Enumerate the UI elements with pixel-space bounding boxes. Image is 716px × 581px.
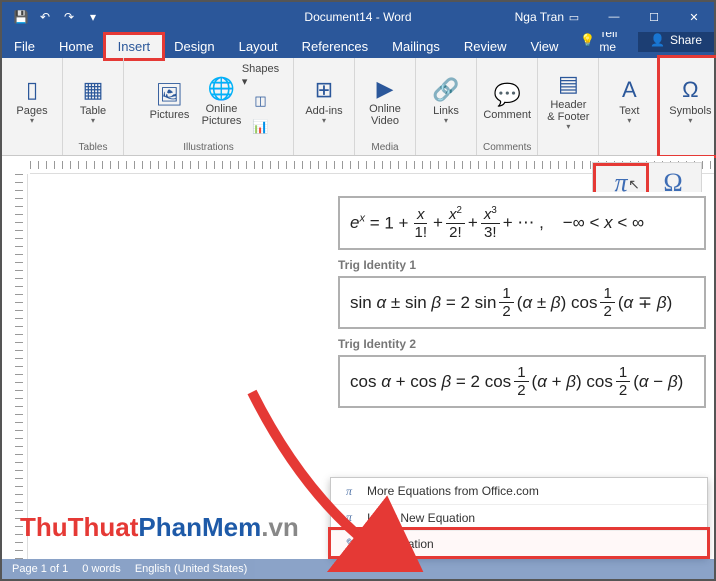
watermark-part: ThuThuat bbox=[20, 512, 138, 542]
group-media: ▶Online Video Media bbox=[355, 58, 416, 155]
tab-design[interactable]: Design bbox=[162, 35, 226, 58]
group-illustrations: 🖼Pictures 🌐Online Pictures Shapes ▾ ◫ 📊 … bbox=[124, 58, 294, 155]
equation-item-trig1[interactable]: sin α ± sin β = 2 sin 12 (α ± β) cos 12 … bbox=[338, 276, 706, 329]
watermark-part: PhanMem bbox=[138, 512, 261, 542]
comment-button[interactable]: 💬Comment bbox=[483, 79, 531, 123]
pi-icon: π bbox=[341, 510, 357, 525]
tab-review[interactable]: Review bbox=[452, 35, 519, 58]
addins-button[interactable]: ⊞Add-ins▾ bbox=[300, 75, 348, 128]
smartart-icon[interactable]: ◫ bbox=[250, 90, 272, 112]
pages-button[interactable]: ▯Pages▾ bbox=[8, 75, 56, 128]
menu-insert-new-equation[interactable]: π Insert New Equation bbox=[331, 504, 707, 530]
group-label: Tables bbox=[79, 142, 108, 153]
pencil-icon: ✎ bbox=[341, 536, 357, 551]
tab-home[interactable]: Home bbox=[47, 35, 106, 58]
window-controls: ▭ — ☐ ✕ bbox=[554, 2, 714, 32]
chart-icon[interactable]: 📊 bbox=[250, 116, 272, 138]
equation-item-trig2[interactable]: cos α + cos β = 2 cos 12 (α + β) cos 12 … bbox=[338, 355, 706, 408]
tab-references[interactable]: References bbox=[290, 35, 380, 58]
pictures-button[interactable]: 🖼Pictures bbox=[146, 79, 194, 123]
symbols-button[interactable]: ΩSymbols▾ bbox=[666, 75, 714, 128]
addins-icon: ⊞ bbox=[315, 77, 333, 105]
document-title: Document14 - Word bbox=[304, 10, 411, 24]
online-video-button[interactable]: ▶Online Video bbox=[361, 73, 409, 129]
online-pictures-button[interactable]: 🌐Online Pictures bbox=[198, 73, 246, 129]
ribbon-options-icon[interactable]: ▭ bbox=[554, 2, 594, 32]
group-addins: ⊞Add-ins▾ . bbox=[294, 58, 355, 155]
shapes-button[interactable]: Shapes ▾ bbox=[250, 64, 272, 86]
ribbon: ▯Pages▾ . ▦Table▾ Tables 🖼Pictures 🌐Onli… bbox=[2, 58, 714, 156]
status-bar: Page 1 of 1 0 words English (United Stat… bbox=[2, 559, 714, 579]
cursor-icon: ↖ bbox=[628, 176, 640, 193]
person-icon: 👤 bbox=[650, 33, 665, 47]
header-footer-button[interactable]: ▤Header & Footer▾ bbox=[544, 69, 592, 134]
online-picture-icon: 🌐 bbox=[208, 75, 235, 103]
save-icon[interactable]: 💾 bbox=[14, 10, 28, 24]
qat-more-icon[interactable]: ▾ bbox=[86, 10, 100, 24]
watermark-part: .vn bbox=[261, 512, 299, 542]
video-icon: ▶ bbox=[377, 75, 394, 103]
group-label: Media bbox=[371, 142, 398, 153]
omega-icon: Ω bbox=[682, 77, 698, 105]
quick-access-toolbar: 💾 ↶ ↷ ▾ bbox=[2, 10, 100, 24]
title-bar: 💾 ↶ ↷ ▾ Document14 - Word Nga Tran ▭ — ☐… bbox=[2, 2, 714, 32]
comment-icon: 💬 bbox=[493, 81, 520, 109]
vertical-ruler[interactable] bbox=[10, 174, 28, 559]
tab-insert[interactable]: Insert bbox=[106, 35, 163, 58]
ribbon-tabs: File Home Insert Design Layout Reference… bbox=[2, 32, 714, 58]
equation-dropdown-menu: π More Equations from Office.com π Inser… bbox=[330, 477, 708, 557]
group-label: Comments bbox=[483, 142, 531, 153]
group-links: 🔗Links▾ . bbox=[416, 58, 477, 155]
maximize-icon[interactable]: ☐ bbox=[634, 2, 674, 32]
equation-heading-trig2: Trig Identity 2 bbox=[338, 337, 706, 351]
menu-more-equations[interactable]: π More Equations from Office.com bbox=[331, 478, 707, 504]
watermark: ThuThuatPhanMem.vn bbox=[20, 512, 299, 543]
status-words[interactable]: 0 words bbox=[82, 563, 121, 575]
redo-icon[interactable]: ↷ bbox=[62, 10, 76, 24]
group-symbols: ΩSymbols▾ . bbox=[660, 58, 716, 155]
status-language[interactable]: English (United States) bbox=[135, 563, 248, 575]
equation-gallery: ex = 1 + x1!+ x22!+ x33! + ⋯ , −∞ < x < … bbox=[338, 192, 706, 416]
close-icon[interactable]: ✕ bbox=[674, 2, 714, 32]
lightbulb-icon: 💡 bbox=[580, 33, 595, 47]
text-button[interactable]: AText▾ bbox=[605, 75, 653, 128]
tab-view[interactable]: View bbox=[518, 35, 570, 58]
equation-item-taylor[interactable]: ex = 1 + x1!+ x22!+ x33! + ⋯ , −∞ < x < … bbox=[338, 196, 706, 250]
group-comments: 💬Comment Comments bbox=[477, 58, 538, 155]
picture-icon: 🖼 bbox=[156, 81, 184, 109]
links-button[interactable]: 🔗Links▾ bbox=[422, 75, 470, 128]
link-icon: 🔗 bbox=[432, 77, 459, 105]
minimize-icon[interactable]: — bbox=[594, 2, 634, 32]
status-page[interactable]: Page 1 of 1 bbox=[12, 563, 68, 575]
menu-ink-equation[interactable]: ✎ Ink Equation bbox=[331, 530, 707, 556]
header-icon: ▤ bbox=[558, 71, 579, 99]
table-icon: ▦ bbox=[83, 77, 104, 105]
table-button[interactable]: ▦Table▾ bbox=[69, 75, 117, 128]
tab-mailings[interactable]: Mailings bbox=[380, 35, 452, 58]
group-text: AText▾ . bbox=[599, 58, 660, 155]
tab-layout[interactable]: Layout bbox=[227, 35, 290, 58]
tab-file[interactable]: File bbox=[2, 35, 47, 58]
group-label: Illustrations bbox=[183, 142, 234, 153]
page-icon: ▯ bbox=[26, 77, 38, 105]
group-header-footer: ▤Header & Footer▾ . bbox=[538, 58, 599, 155]
group-pages: ▯Pages▾ . bbox=[2, 58, 63, 155]
undo-icon[interactable]: ↶ bbox=[38, 10, 52, 24]
textbox-icon: A bbox=[622, 77, 637, 105]
equation-heading-trig1: Trig Identity 1 bbox=[338, 258, 706, 272]
group-tables: ▦Table▾ Tables bbox=[63, 58, 124, 155]
pi-icon: π bbox=[341, 484, 357, 499]
